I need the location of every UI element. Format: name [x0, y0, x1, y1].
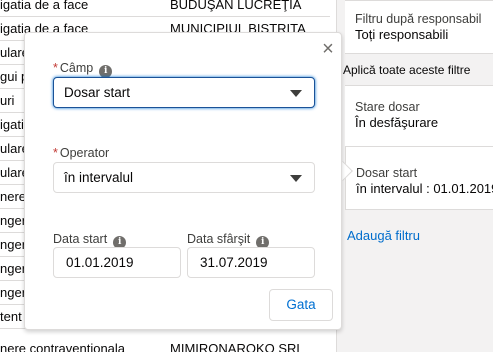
operator-label: * Operator	[53, 146, 109, 160]
field-label: * Câmp i	[53, 61, 113, 78]
close-icon[interactable]: ×	[318, 39, 338, 60]
apply-all-filters-text: Aplică toate aceste filtre	[343, 63, 471, 77]
filter-card-status[interactable]: Stare dosar În desfăşurare	[345, 85, 493, 147]
field-select[interactable]: Dosar start	[53, 77, 315, 108]
table-cell: igati	[0, 117, 24, 132]
filter-start-title: Dosar start	[356, 166, 418, 180]
table-row[interactable]: igatia de a face BUDUŞAN LUCREŢIA	[0, 0, 330, 17]
filter-owner-title: Filtru după responsabil	[355, 12, 482, 26]
table-row[interactable]: nere contraventionala MIMIRONAROKO SRL	[0, 337, 330, 352]
required-mark: *	[53, 146, 58, 160]
filter-start-value: în intervalul : 01.01.2019	[356, 181, 493, 196]
done-button[interactable]: Gata	[269, 289, 333, 321]
table-cell: nere contraventionala	[0, 341, 126, 352]
filter-owner-value: Toți responsabili	[355, 27, 449, 42]
add-filter-link[interactable]: Adaugă filtru	[347, 228, 420, 243]
edit-filter-popover: × * Câmp i Dosar start * Operator în interv…	[24, 32, 342, 330]
table-cell: uri	[0, 93, 15, 108]
table-cell: BUDUŞAN LUCREŢIA	[170, 0, 302, 12]
field-label-text: Câmp	[59, 61, 94, 75]
filter-status-value: În desfăşurare	[355, 115, 439, 130]
end-date-label-text: Data sfârşit	[187, 232, 251, 246]
chevron-down-icon	[290, 90, 302, 97]
filter-status-title: Stare dosar	[355, 100, 420, 114]
operator-select-value: în intervalul	[64, 170, 134, 185]
table-cell: nere	[0, 189, 27, 204]
start-date-input[interactable]: 01.01.2019	[53, 247, 181, 278]
operator-select[interactable]: în intervalul	[53, 162, 315, 193]
required-mark: *	[53, 61, 58, 75]
filter-panel: Filtru după responsabil Toți responsabil…	[336, 0, 493, 352]
start-date-label-text: Data start	[53, 232, 108, 246]
filter-card-owner[interactable]: Filtru după responsabil Toți responsabil…	[345, 0, 493, 54]
table-cell: igatia de a face	[0, 0, 89, 12]
end-date-input[interactable]: 31.07.2019	[187, 247, 315, 278]
table-cell: MIMIRONAROKO SRL	[170, 341, 304, 352]
filter-card-start[interactable]: Dosar start în intervalul : 01.01.2019	[345, 146, 493, 210]
table-cell: tent	[0, 309, 22, 324]
chevron-down-icon	[290, 175, 302, 182]
field-select-value: Dosar start	[64, 85, 131, 100]
operator-label-text: Operator	[59, 146, 110, 160]
